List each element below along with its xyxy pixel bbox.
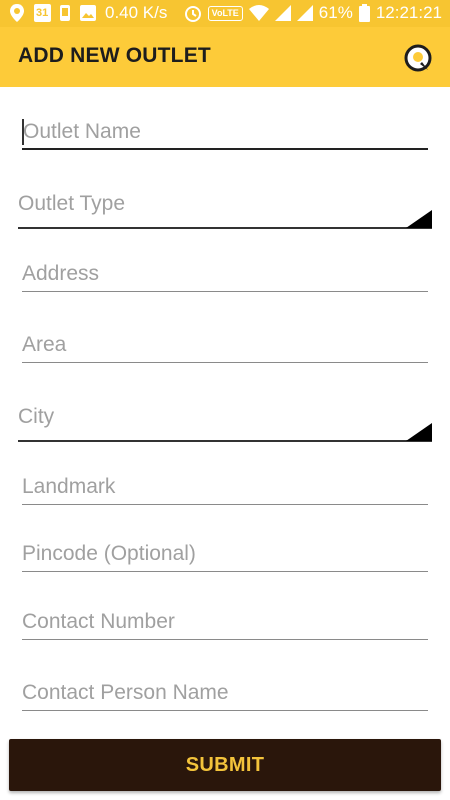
alarm-icon (184, 6, 201, 22)
outlet-name-underline (22, 148, 428, 150)
clock: 12:21:21 (375, 3, 442, 22)
pincode-field[interactable]: Pincode (Optional) (22, 543, 428, 575)
city-underline (18, 440, 432, 442)
contact-person-placeholder: Contact Person Name (22, 681, 229, 704)
outlet-name-field[interactable]: Outlet Name (22, 119, 428, 153)
net-speed: 0.40 K/s (105, 3, 168, 22)
outlet-type-spinner[interactable]: Outlet Type (18, 193, 432, 233)
phone-icon (60, 5, 70, 21)
outlet-type-underline (18, 227, 432, 229)
address-placeholder: Address (22, 262, 100, 285)
dropdown-arrow-icon (406, 210, 432, 228)
calendar-day: 31 (36, 7, 49, 19)
city-placeholder: City (18, 405, 55, 428)
location-pin-icon (10, 4, 24, 22)
contact-number-placeholder: Contact Number (22, 610, 175, 633)
pincode-placeholder: Pincode (Optional) (22, 542, 196, 565)
volte-badge: VoLTE (207, 5, 243, 21)
contact-number-underline (22, 639, 428, 640)
address-underline (22, 291, 428, 292)
contact-person-field[interactable]: Contact Person Name (22, 682, 428, 714)
battery-percent: 61% (318, 3, 353, 22)
outlet-type-placeholder: Outlet Type (18, 192, 126, 215)
text-cursor (22, 119, 24, 145)
page-title: ADD NEW OUTLET (18, 44, 211, 67)
address-field[interactable]: Address (22, 263, 428, 295)
app-bar: ADD NEW OUTLET (0, 27, 450, 87)
status-bar: 31 0.40 K/s VoLTE 61% 12:21:21 (0, 0, 450, 27)
dropdown-arrow-icon (406, 423, 432, 441)
q-logo-icon[interactable] (404, 44, 432, 72)
contact-person-underline (22, 710, 428, 711)
area-placeholder: Area (22, 333, 67, 356)
area-field[interactable]: Area (22, 334, 428, 366)
city-spinner[interactable]: City (18, 406, 432, 446)
submit-button[interactable]: SUBMIT (9, 739, 441, 791)
area-underline (22, 362, 428, 363)
pincode-underline (22, 571, 428, 572)
outlet-name-placeholder: Outlet Name (23, 120, 141, 143)
signal-icon-2 (296, 5, 313, 21)
wifi-icon (248, 5, 269, 21)
landmark-placeholder: Landmark (22, 475, 116, 498)
calendar-icon: 31 (34, 4, 51, 22)
contact-number-field[interactable]: Contact Number (22, 611, 428, 643)
landmark-field[interactable]: Landmark (22, 476, 428, 508)
image-icon (80, 5, 96, 21)
landmark-underline (22, 504, 428, 505)
battery-icon (358, 4, 370, 22)
signal-icon (274, 5, 291, 21)
